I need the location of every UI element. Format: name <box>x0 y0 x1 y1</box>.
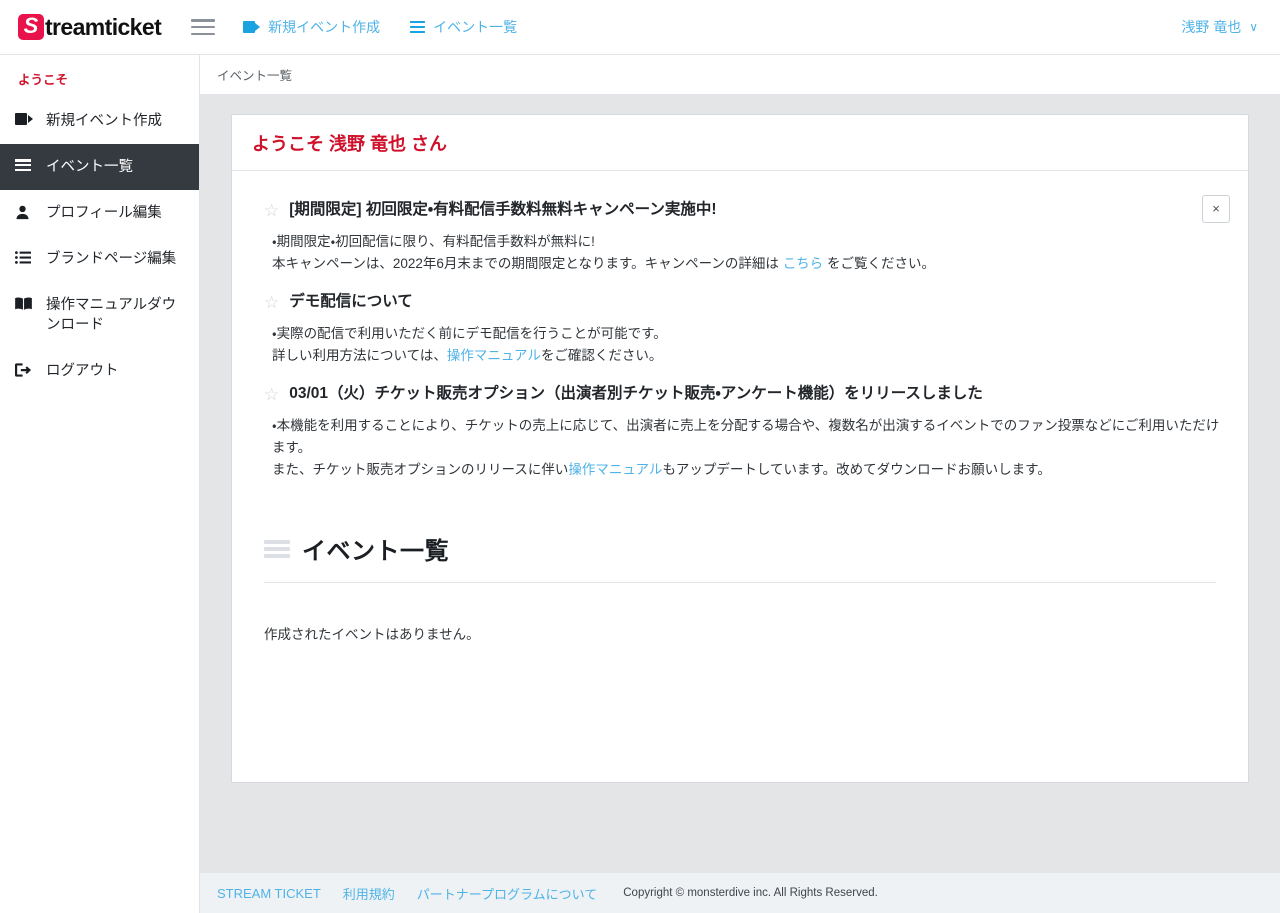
footer-link-stream-ticket[interactable]: STREAM TICKET <box>217 886 321 901</box>
sidebar-item-create-event-label: 新規イベント作成 <box>46 113 162 129</box>
sidebar-item-manual-download-label: 操作マニュアルダウンロード <box>46 297 177 333</box>
hamburger-icon[interactable] <box>191 17 216 37</box>
logout-icon-svg <box>15 363 32 377</box>
demo-manual-link[interactable]: 操作マニュアル <box>447 348 541 363</box>
user-menu[interactable]: 浅野 竜也 ∨ <box>1181 17 1258 37</box>
card-header: ようこそ 浅野 竜也 さん <box>232 115 1248 171</box>
notice-ticket-option-line2-pre: また、チケット販売オプションのリリースに伴い <box>272 462 569 477</box>
nav-item-event-list[interactable]: イベント一覧 <box>410 17 517 37</box>
list-icon <box>15 157 37 171</box>
card-body: ☆ [期間限定] 初回限定・有料配信手数料無料キャンペーン実施中! × ・期間限… <box>232 171 1248 643</box>
list-icon <box>264 539 290 558</box>
notice-demo-line2: 詳しい利用方法については、操作マニュアルをご確認ください。 <box>272 345 1230 367</box>
nav-item-create-event-label: 新規イベント作成 <box>268 19 381 35</box>
notice-campaign-line2-pre: 本キャンペーンは、2022年6月末までの期間限定となります。キャンペーンの詳細は <box>272 256 783 271</box>
footer-link-terms[interactable]: 利用規約 <box>343 884 395 903</box>
user-icon-svg <box>16 205 29 220</box>
breadcrumb: イベント一覧 <box>200 55 1280 95</box>
notice-demo-line2-post: をご確認ください。 <box>540 348 663 363</box>
content-area: ようこそ 浅野 竜也 さん ☆ [期間限定] 初回限定・有料配信手数料無料キャン… <box>200 95 1280 873</box>
logo-wordmark: treamticket <box>45 14 162 40</box>
nav-item-event-list-label: イベント一覧 <box>433 19 518 35</box>
sidebar-item-event-list-label: イベント一覧 <box>46 159 133 175</box>
sidebar: ようこそ 新規イベント作成 イベント一覧 プロフィール編集 ブランドページ編集 … <box>0 55 200 913</box>
welcome-title: ようこそ 浅野 竜也 さん <box>252 133 448 154</box>
book-icon-svg <box>15 297 32 310</box>
sidebar-welcome-label: ようこそ <box>18 73 69 87</box>
footer-link-partner-program[interactable]: パートナープログラムについて <box>417 884 597 903</box>
sidebar-item-profile-edit[interactable]: プロフィール編集 <box>0 190 199 236</box>
notice-demo-title: デモ配信について <box>289 293 413 310</box>
sidebar-item-create-event[interactable]: 新規イベント作成 <box>0 98 199 144</box>
notice-ticket-option-header: ☆ 03/01（火）チケット販売オプション（出演者別チケット販売・アンケート機能… <box>264 383 1230 405</box>
footer: STREAM TICKET 利用規約 パートナープログラムについて Copyri… <box>200 873 1280 913</box>
sidebar-item-manual-download[interactable]: 操作マニュアルダウンロード <box>0 282 199 348</box>
book-icon <box>15 295 37 310</box>
notice-spacer-2 <box>264 367 1230 383</box>
notice-ticket-option-body: ・本機能を利用することにより、チケットの売上に応じて、出演者に売上を分配する場合… <box>264 415 1230 481</box>
sidebar-item-logout[interactable]: ログアウト <box>0 348 199 394</box>
user-menu-name: 浅野 竜也 <box>1181 19 1242 35</box>
notice-close-button[interactable]: × <box>1202 195 1230 223</box>
notice-ticket-option-line2: また、チケット販売オプションのリリースに伴い操作マニュアルもアップデートしていま… <box>272 459 1230 481</box>
star-outline-icon: ☆ <box>264 200 280 220</box>
sidebar-item-event-list[interactable]: イベント一覧 <box>0 144 199 190</box>
notice-demo-body: ・実際の配信で利用いただく前にデモ配信を行うことが可能です。 詳しい利用方法につ… <box>264 323 1230 367</box>
event-list-header: イベント一覧 <box>264 531 1216 583</box>
list-icon <box>410 21 426 33</box>
video-camera-icon <box>15 111 37 125</box>
star-outline-icon: ☆ <box>264 384 280 404</box>
sidebar-item-brand-page-edit-label: ブランドページ編集 <box>46 251 177 267</box>
sidebar-item-brand-page-edit[interactable]: ブランドページ編集 <box>0 236 199 282</box>
notice-campaign: ☆ [期間限定] 初回限定・有料配信手数料無料キャンペーン実施中! × ・期間限… <box>264 195 1230 275</box>
notice-demo: ☆ デモ配信について ・実際の配信で利用いただく前にデモ配信を行うことが可能です… <box>264 291 1230 367</box>
notice-ticket-option: ☆ 03/01（火）チケット販売オプション（出演者別チケット販売・アンケート機能… <box>264 383 1230 481</box>
event-list-empty-message: 作成されたイベントはありません。 <box>264 627 480 642</box>
notice-campaign-header: ☆ [期間限定] 初回限定・有料配信手数料無料キャンペーン実施中! <box>264 199 1230 221</box>
brand-logo[interactable]: S treamticket <box>18 10 162 44</box>
video-camera-icon <box>243 21 261 33</box>
logo-s-mark: S <box>18 14 44 40</box>
campaign-detail-link[interactable]: こちら <box>783 256 824 271</box>
main-content: イベント一覧 ようこそ 浅野 竜也 さん ☆ [期間限定] 初回限定・有料配信手… <box>200 55 1280 913</box>
ticket-option-manual-link[interactable]: 操作マニュアル <box>568 462 662 477</box>
notice-campaign-line1: ・期間限定・初回配信に限り、有料配信手数料が無料に! <box>272 234 595 249</box>
nav-item-create-event[interactable]: 新規イベント作成 <box>243 17 380 37</box>
notice-ticket-option-line1: ・本機能を利用することにより、チケットの売上に応じて、出演者に売上を分配する場合… <box>272 418 1220 455</box>
notice-demo-line1: ・実際の配信で利用いただく前にデモ配信を行うことが可能です。 <box>272 326 667 341</box>
breadcrumb-label: イベント一覧 <box>217 69 293 83</box>
user-icon <box>15 203 37 220</box>
chevron-down-icon: ∨ <box>1249 20 1258 34</box>
notice-ticket-option-line2-post: もアップデートしています。改めてダウンロードお願いします。 <box>662 462 1051 477</box>
sidebar-item-logout-label: ログアウト <box>46 363 119 379</box>
logout-icon <box>15 361 37 377</box>
notice-campaign-line2: 本キャンペーンは、2022年6月末までの期間限定となります。キャンペーンの詳細は… <box>272 253 1230 275</box>
event-list-title: イベント一覧 <box>302 538 449 565</box>
star-outline-icon: ☆ <box>264 292 280 312</box>
notice-demo-line2-pre: 詳しい利用方法については、 <box>272 348 447 363</box>
notice-spacer-1 <box>264 275 1230 291</box>
notice-campaign-body: ・期間限定・初回配信に限り、有料配信手数料が無料に! 本キャンペーンは、2022… <box>264 231 1230 275</box>
notice-campaign-line2-post: をご覧ください。 <box>823 256 935 271</box>
notice-ticket-option-title: 03/01（火）チケット販売オプション（出演者別チケット販売・アンケート機能）を… <box>289 385 983 402</box>
top-navigation-bar: S treamticket 新規イベント作成 イベント一覧 浅野 竜也 ∨ <box>0 0 1280 55</box>
notice-campaign-title: [期間限定] 初回限定・有料配信手数料無料キャンペーン実施中! <box>289 201 717 218</box>
list-ul-icon <box>15 249 37 264</box>
event-list-section: イベント一覧 作成されたイベントはありません。 <box>264 531 1230 643</box>
notice-demo-header: ☆ デモ配信について <box>264 291 1230 313</box>
sidebar-item-profile-edit-label: プロフィール編集 <box>46 205 162 221</box>
footer-copyright: Copyright © monsterdive inc. All Rights … <box>623 887 878 899</box>
dashboard-card: ようこそ 浅野 竜也 さん ☆ [期間限定] 初回限定・有料配信手数料無料キャン… <box>231 114 1249 783</box>
list-ul-icon-svg <box>15 251 31 264</box>
